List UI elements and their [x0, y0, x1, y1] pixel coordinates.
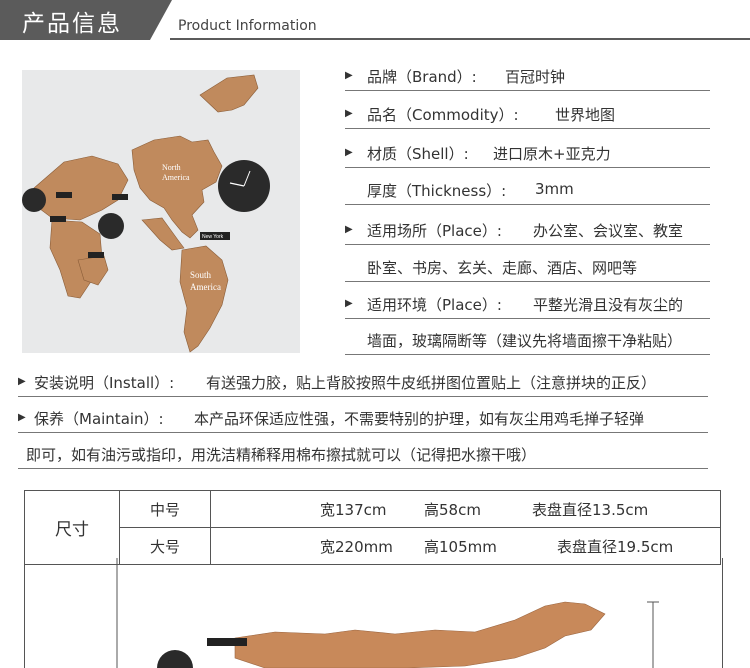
- size-height: 高58cm: [423, 490, 531, 528]
- spec-value: 办公室、会议室、教室: [533, 222, 684, 240]
- spec-brand: ▶ 品牌（Brand）: 百冠时钟: [345, 64, 710, 91]
- bullet-arrow-icon: ▶: [18, 412, 26, 423]
- spec-key: 品名（Commodity）:: [367, 106, 519, 124]
- spec-place: ▶ 适用场所（Place）: 办公室、会议室、教室: [345, 218, 710, 245]
- bullet-arrow-icon: ▶: [18, 376, 26, 387]
- map-label-south-america: America: [190, 282, 221, 292]
- header-underline: [170, 38, 750, 40]
- spec-value: 卧室、书房、玄关、走廊、酒店、网吧等: [367, 259, 638, 277]
- bullet-arrow-icon: ▶: [345, 70, 353, 81]
- size-table: 尺寸 中号 宽137cm 高58cm 表盘直径13.5cm 大号 宽220mm …: [24, 490, 721, 565]
- map-label-north: North: [162, 163, 181, 172]
- maintain-row-cont: 即可，如有油污或指印，用洗洁精稀释用棉布擦拭就可以（记得把水擦干哦）: [18, 442, 708, 469]
- section-title: 产品信息: [22, 11, 122, 37]
- spec-value: 平整光滑且没有灰尘的: [533, 296, 684, 314]
- spec-thickness: 厚度（Thickness）: 3mm: [345, 178, 710, 205]
- map-label-america: America: [162, 173, 190, 182]
- product-photo: North America South America New York: [22, 70, 300, 353]
- plaque-new-york: New York: [202, 234, 224, 240]
- map-label-south: South: [190, 270, 212, 280]
- spec-value: 百冠时钟: [505, 68, 566, 86]
- spec-shell: ▶ 材质（Shell）: 进口原木+亚克力: [345, 141, 710, 168]
- size-name: 中号: [119, 490, 211, 528]
- install-value: 有送强力胶，贴上背胶按照牛皮纸拼图位置贴上（注意拼块的正反）: [206, 374, 657, 392]
- maintain-value-cont: 即可，如有油污或指印，用洗洁精稀释用棉布擦拭就可以（记得把水擦干哦）: [26, 446, 537, 464]
- size-width: 宽137cm: [319, 490, 423, 528]
- table-row: 尺寸 中号 宽137cm 高58cm 表盘直径13.5cm: [24, 490, 721, 565]
- spec-key: 适用场所（Place）:: [367, 222, 502, 240]
- spec-value: 世界地图: [555, 106, 616, 124]
- spec-environment-cont: 墙面，玻璃隔断等（建议先将墙面擦干净粘贴）: [345, 328, 710, 355]
- maintain-row: ▶ 保养（Maintain）: 本产品环保适应性强，不需要特别的护理，如有灰尘用…: [18, 406, 708, 433]
- maintain-value: 本产品环保适应性强，不需要特别的护理，如有灰尘用鸡毛掸子轻弹: [194, 410, 645, 428]
- bullet-arrow-icon: ▶: [345, 224, 353, 235]
- world-map-clock-image: North America South America New York: [22, 70, 300, 353]
- size-illustration: [24, 558, 723, 668]
- bullet-arrow-icon: ▶: [345, 108, 353, 119]
- section-subtitle: Product Information: [178, 18, 317, 34]
- spec-key: 材质（Shell）:: [367, 145, 469, 163]
- spec-key: 品牌（Brand）:: [367, 68, 477, 86]
- maintain-key: 保养（Maintain）:: [34, 410, 164, 428]
- spec-value: 3mm: [535, 180, 574, 198]
- spec-place-cont: 卧室、书房、玄关、走廊、酒店、网吧等: [345, 255, 710, 282]
- install-key: 安装说明（Install）:: [34, 374, 175, 392]
- section-header: 产品信息 Product Information: [0, 0, 750, 44]
- spec-key: 适用环境（Place）:: [367, 296, 502, 314]
- spec-commodity: ▶ 品名（Commodity）: 世界地图: [345, 102, 710, 129]
- world-map-outline-image: [116, 558, 659, 668]
- bullet-arrow-icon: ▶: [345, 147, 353, 158]
- spec-value: 墙面，玻璃隔断等（建议先将墙面擦干净粘贴）: [367, 332, 683, 350]
- spec-value: 进口原木+亚克力: [493, 145, 611, 163]
- size-label: 尺寸: [24, 490, 120, 565]
- install-row: ▶ 安装说明（Install）: 有送强力胶，贴上背胶按照牛皮纸拼图位置贴上（注…: [18, 370, 708, 397]
- spec-environment: ▶ 适用环境（Place）: 平整光滑且没有灰尘的: [345, 292, 710, 319]
- spec-key: 厚度（Thickness）:: [367, 182, 507, 200]
- bullet-arrow-icon: ▶: [345, 298, 353, 309]
- size-dial: 表盘直径13.5cm: [531, 490, 721, 528]
